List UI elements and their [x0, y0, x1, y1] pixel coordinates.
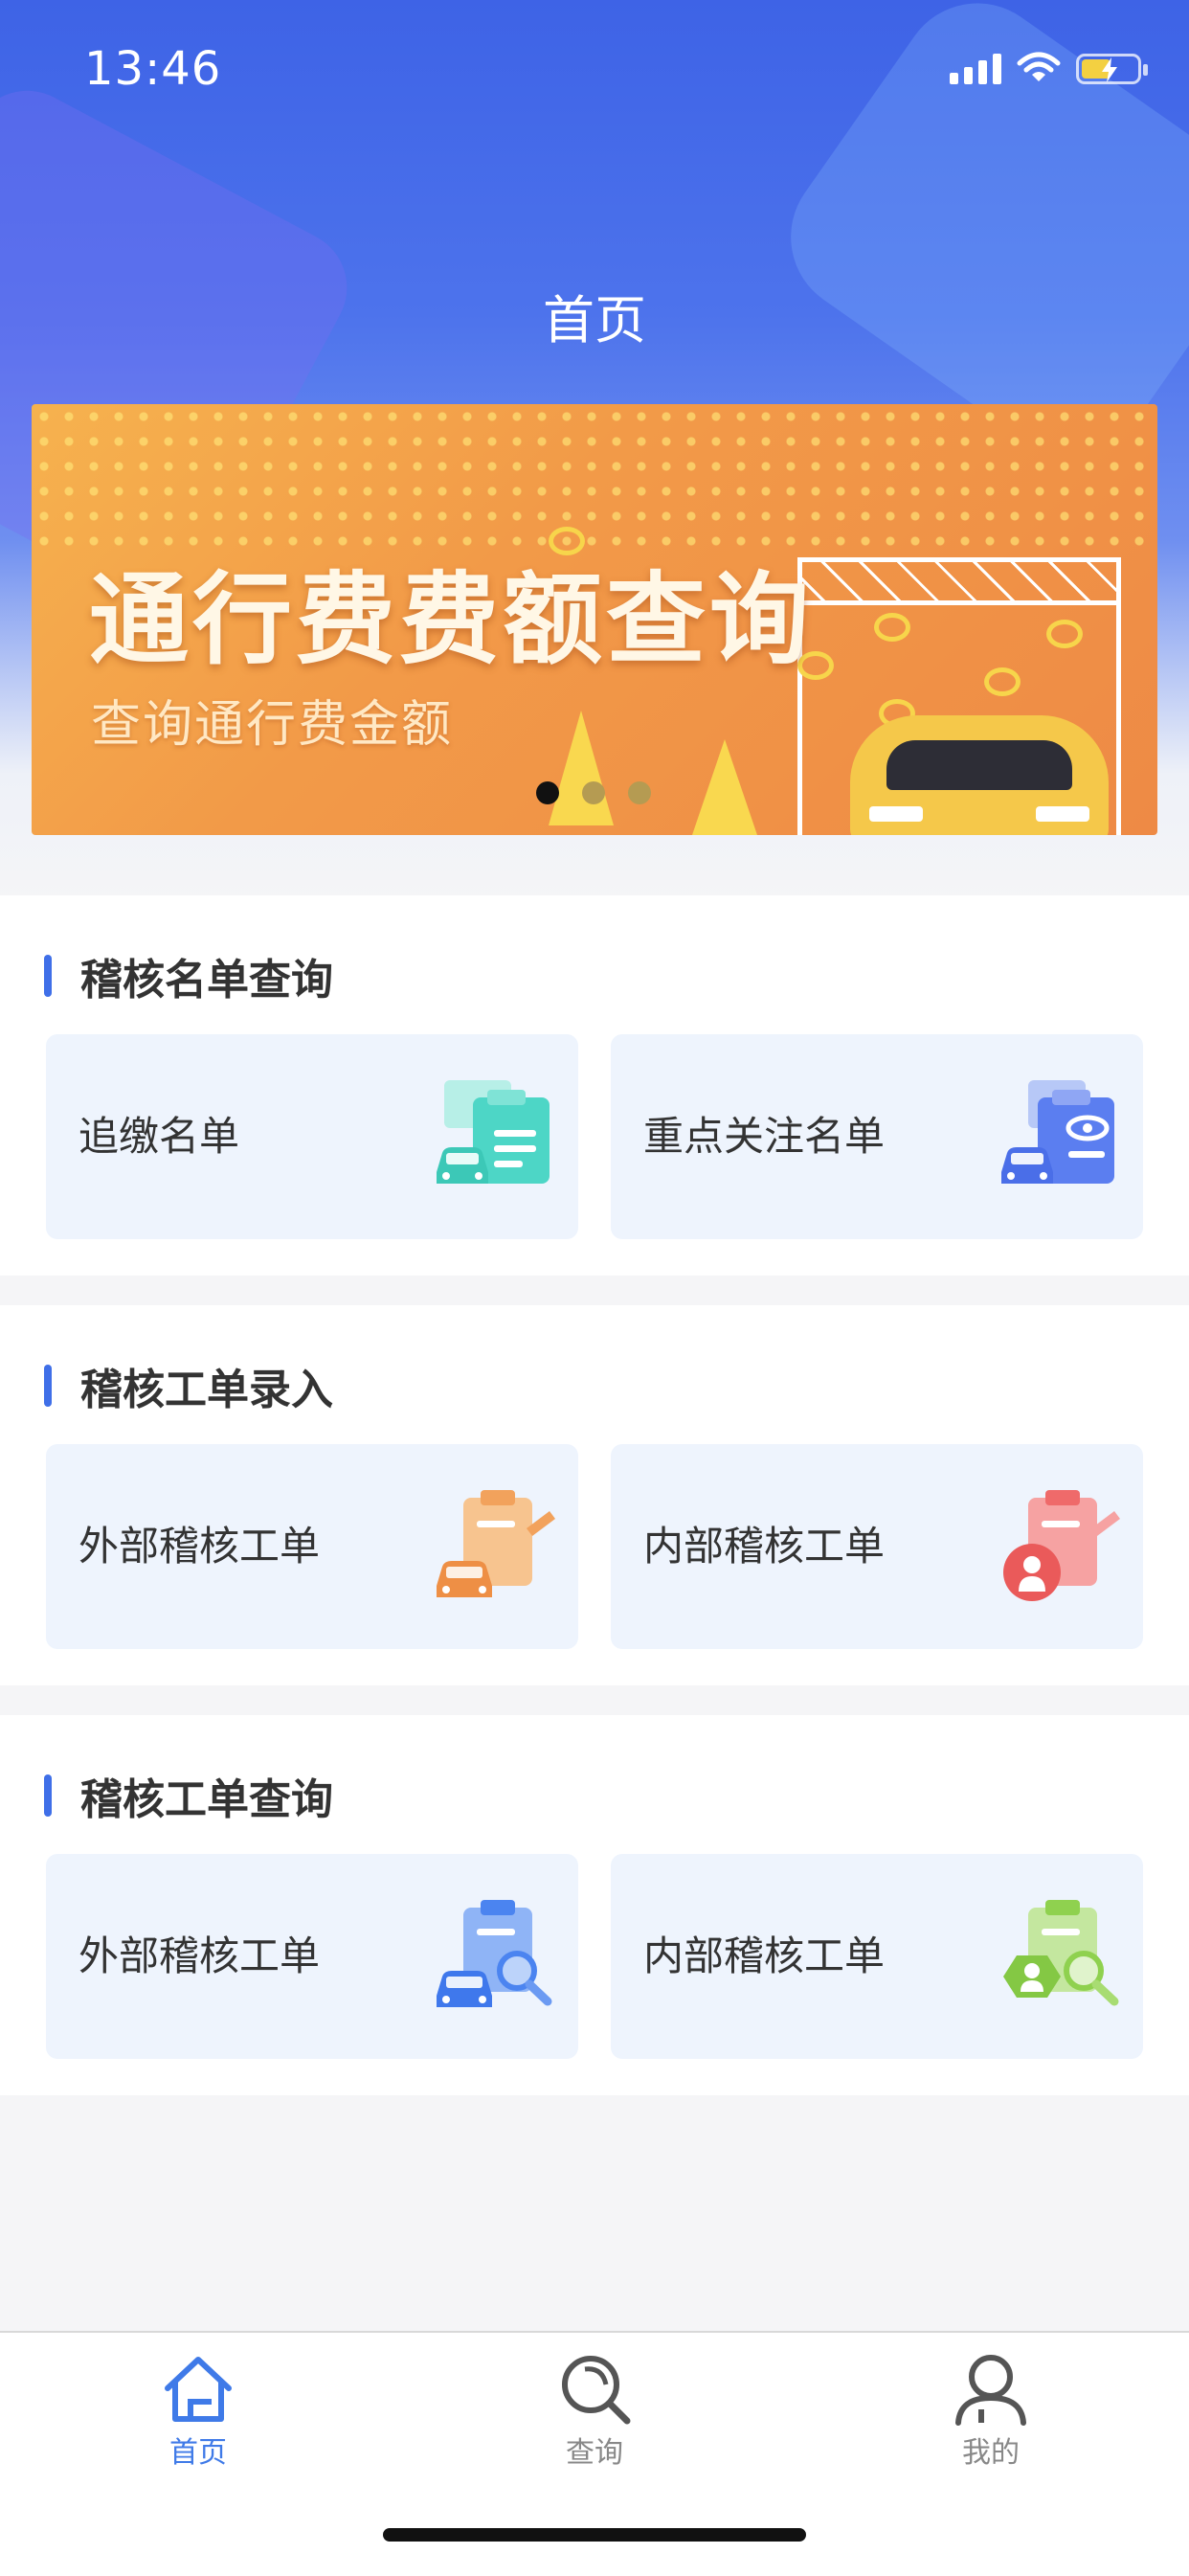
banner-carousel[interactable]: 通行费费额查询 查询通行费金额 — [32, 404, 1157, 835]
section-title: 稽核工单查询 — [80, 1775, 333, 1824]
section-work-order-entry: 稽核工单录入 外部稽核工单 内部稽核工单 — [0, 1305, 1189, 1685]
card-label: 内部稽核工单 — [643, 1932, 886, 1979]
clipboard-car-edit-icon — [437, 1490, 555, 1597]
banner-pattern — [32, 404, 1157, 548]
section-accent-bar — [44, 955, 52, 997]
card-label: 外部稽核工单 — [79, 1932, 321, 1979]
status-time: 13:46 — [84, 42, 222, 96]
tab-label: 首页 — [169, 2436, 227, 2470]
section-title: 稽核工单录入 — [80, 1366, 333, 1414]
status-bar: 13:46 — [0, 0, 1189, 139]
banner-subtitle: 查询通行费金额 — [91, 696, 454, 754]
card-label: 追缴名单 — [79, 1113, 240, 1160]
carousel-indicator[interactable] — [536, 781, 651, 804]
tab-label: 我的 — [962, 2436, 1020, 2470]
search-icon — [562, 2356, 631, 2425]
card-recovery-list[interactable]: 追缴名单 — [46, 1034, 578, 1239]
section-title: 稽核名单查询 — [80, 956, 333, 1005]
home-indicator[interactable] — [383, 2528, 806, 2542]
section-accent-bar — [44, 1365, 52, 1407]
banner-decoration — [692, 739, 757, 835]
car-illustration — [850, 715, 1109, 835]
tab-mine[interactable]: 我的 — [895, 2350, 1087, 2471]
card-external-order-query[interactable]: 外部稽核工单 — [46, 1854, 578, 2059]
wifi-icon — [1017, 52, 1061, 81]
card-internal-order-entry[interactable]: 内部稽核工单 — [611, 1444, 1143, 1649]
cellular-signal-icon — [950, 52, 1001, 84]
tab-query[interactable]: 查询 — [499, 2350, 690, 2471]
section-header: 稽核工单录入 — [44, 1355, 333, 1416]
clipboard-eye-icon — [1001, 1080, 1114, 1184]
card-external-order-entry[interactable]: 外部稽核工单 — [46, 1444, 578, 1649]
card-key-focus-list[interactable]: 重点关注名单 — [611, 1034, 1143, 1239]
section-header: 稽核名单查询 — [44, 945, 333, 1006]
tab-home[interactable]: 首页 — [102, 2350, 294, 2471]
card-internal-order-query[interactable]: 内部稽核工单 — [611, 1854, 1143, 2059]
banner-decoration — [549, 711, 614, 825]
clipboard-person-search-icon — [1003, 1900, 1119, 2006]
section-work-order-query: 稽核工单查询 外部稽核工单 内部稽核工单 — [0, 1715, 1189, 2095]
coin-decoration — [874, 613, 910, 642]
battery-icon — [1076, 54, 1148, 84]
coin-decoration — [1046, 620, 1083, 648]
clipboard-car-search-icon — [437, 1900, 552, 2007]
carousel-dot[interactable] — [582, 781, 605, 804]
section-header: 稽核工单查询 — [44, 1765, 333, 1826]
user-icon — [955, 2355, 1026, 2426]
card-label: 重点关注名单 — [643, 1113, 886, 1160]
status-icons — [950, 52, 1148, 84]
clipboard-car-icon — [437, 1080, 550, 1184]
home-icon — [165, 2357, 232, 2422]
card-label: 外部稽核工单 — [79, 1523, 321, 1570]
clipboard-person-edit-icon — [1003, 1490, 1120, 1601]
carousel-dot-active[interactable] — [536, 781, 559, 804]
section-audit-list-query: 稽核名单查询 追缴名单 重点关注名单 — [0, 895, 1189, 1276]
card-label: 内部稽核工单 — [643, 1523, 886, 1570]
tab-label: 查询 — [566, 2436, 623, 2470]
carousel-dot[interactable] — [628, 781, 651, 804]
banner-title: 通行费费额查询 — [89, 561, 814, 678]
section-accent-bar — [44, 1774, 52, 1817]
page-title: 首页 — [543, 290, 646, 350]
coin-decoration — [984, 667, 1021, 696]
